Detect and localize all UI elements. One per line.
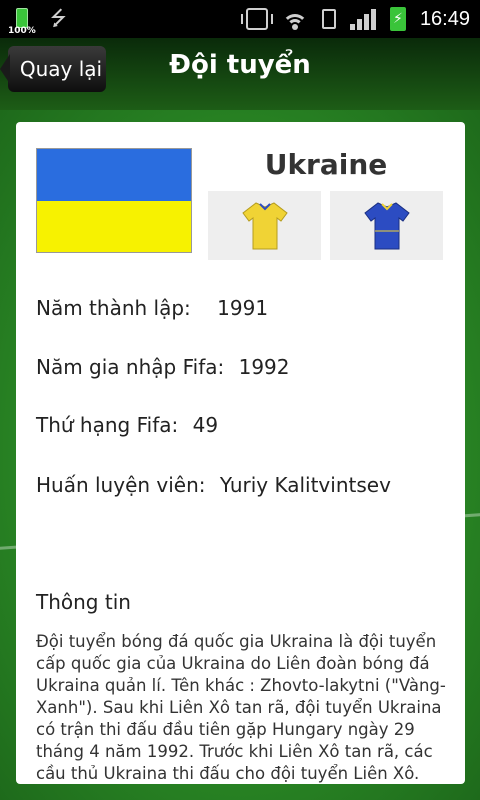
fifa-rank-value: 49 — [192, 413, 219, 437]
founded-value: 1991 — [217, 296, 269, 320]
usb-icon: ⭍ — [50, 6, 67, 30]
fifa-joined-row: Năm gia nhập Fifa: 1992 — [36, 355, 290, 379]
about-text: Đội tuyển bóng đá quốc gia Ukraina là độ… — [36, 632, 446, 783]
coach-row: Huấn luyện viên: Yuriy Kalitvintsev — [36, 473, 391, 497]
coach-label: Huấn luyện viên: — [36, 473, 206, 497]
team-flag — [36, 148, 192, 253]
battery-charging-icon: ⚡ — [389, 7, 406, 31]
coach-value: Yuriy Kalitvintsev — [219, 473, 391, 497]
fifa-joined-value: 1992 — [238, 355, 290, 379]
team-name: Ukraine — [264, 148, 388, 181]
sim-icon — [321, 9, 336, 29]
fifa-rank-label: Thứ hạng Fifa: — [36, 413, 179, 437]
home-jersey-icon — [241, 201, 288, 249]
founded-row: Năm thành lập: 1991 — [36, 296, 268, 320]
fifa-rank-row: Thứ hạng Fifa: 49 — [36, 413, 218, 437]
battery-small-icon: 100% — [8, 6, 36, 36]
status-bar: 100% ⭍ ⚡ 16:49 — [0, 0, 480, 38]
team-card: Ukraine Năm thành lập: 1991 Năm gia nhập… — [16, 122, 465, 784]
about-title: Thông tin — [36, 590, 131, 614]
battery-percent: 100% — [8, 26, 36, 36]
fifa-joined-label: Năm gia nhập Fifa: — [36, 355, 225, 379]
vibrate-icon — [240, 8, 273, 30]
home-kit-image[interactable] — [208, 191, 321, 260]
founded-label: Năm thành lập: — [36, 296, 191, 320]
away-kit-image[interactable] — [330, 191, 443, 260]
signal-icon — [349, 8, 376, 30]
app-header: Quay lại Đội tuyển — [0, 38, 480, 110]
wifi-icon — [281, 8, 308, 30]
clock: 16:49 — [419, 7, 470, 30]
away-jersey-icon — [363, 201, 410, 249]
page-title: Đội tuyển — [169, 50, 311, 80]
